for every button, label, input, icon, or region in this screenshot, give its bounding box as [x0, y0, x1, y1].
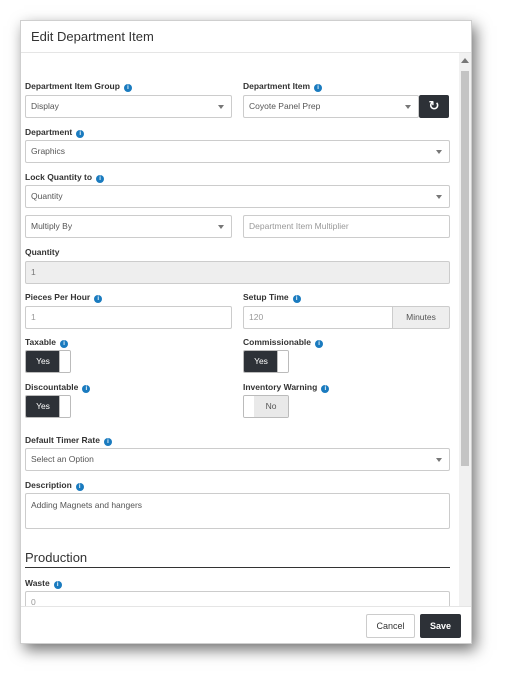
discountable-toggle-state: Yes: [26, 396, 60, 417]
inventory-warning-toggle[interactable]: No: [243, 395, 289, 418]
quantity-label: Quantity: [25, 247, 60, 257]
description-textarea[interactable]: Adding Magnets and hangers: [25, 493, 450, 529]
info-icon[interactable]: i: [53, 581, 62, 589]
department-item-group-label: Department Item Group i: [25, 81, 132, 92]
quantity-input: 1: [25, 261, 450, 284]
toggle-knob: [59, 351, 70, 372]
chevron-down-icon: [218, 225, 224, 229]
waste-label-text: Waste: [25, 578, 50, 588]
waste-label: Waste i: [25, 578, 62, 589]
modal-body: Department Item Group i Display Departmen…: [21, 53, 459, 623]
scroll-up-icon[interactable]: [461, 58, 469, 63]
pieces-per-hour-input[interactable]: 1: [25, 306, 232, 329]
cancel-button[interactable]: Cancel: [366, 614, 415, 638]
info-icon[interactable]: i: [60, 340, 69, 348]
multiplier-placeholder: Department Item Multiplier: [249, 221, 349, 231]
taxable-label-text: Taxable: [25, 337, 57, 347]
chevron-down-icon: [405, 105, 411, 109]
default-timer-rate-select[interactable]: Select an Option: [25, 448, 450, 471]
commissionable-toggle[interactable]: Yes: [243, 350, 289, 373]
toggle-knob: [277, 351, 288, 372]
info-icon[interactable]: i: [123, 84, 132, 92]
lock-quantity-value: Quantity: [31, 191, 63, 201]
section-divider: [25, 567, 450, 568]
chevron-down-icon: [218, 105, 224, 109]
commissionable-label: Commissionable i: [243, 337, 324, 348]
info-icon[interactable]: i: [76, 130, 85, 138]
department-label: Department i: [25, 127, 85, 138]
department-item-value: Coyote Panel Prep: [249, 101, 321, 111]
scrollbar[interactable]: [459, 53, 471, 623]
setup-time-unit-addon: Minutes: [393, 306, 450, 329]
setup-time-input[interactable]: 120: [243, 306, 393, 329]
department-item-select[interactable]: Coyote Panel Prep: [243, 95, 419, 118]
default-timer-rate-label-text: Default Timer Rate: [25, 435, 100, 445]
lock-quantity-label-text: Lock Quantity to: [25, 172, 93, 182]
description-label-text: Description: [25, 480, 72, 490]
department-value: Graphics: [31, 146, 66, 156]
inventory-warning-toggle-state: No: [254, 396, 288, 417]
department-select[interactable]: Graphics: [25, 140, 450, 163]
multiply-by-select[interactable]: Multiply By: [25, 215, 232, 238]
lock-quantity-label: Lock Quantity to i: [25, 172, 105, 183]
discountable-label: Discountable i: [25, 382, 91, 393]
setup-time-placeholder: 120: [249, 312, 264, 322]
taxable-toggle-state: Yes: [26, 351, 60, 372]
discountable-label-text: Discountable: [25, 382, 79, 392]
chevron-down-icon: [436, 150, 442, 154]
department-item-multiplier-input[interactable]: Department Item Multiplier: [243, 215, 450, 238]
inventory-warning-label: Inventory Warning i: [243, 382, 330, 393]
info-icon[interactable]: i: [82, 385, 91, 393]
department-item-label-text: Department Item: [243, 81, 311, 91]
description-value: Adding Magnets and hangers: [31, 500, 143, 510]
info-icon[interactable]: i: [96, 175, 105, 183]
pieces-per-hour-label: Pieces Per Hour i: [25, 292, 103, 303]
scroll-thumb[interactable]: [461, 71, 469, 466]
setup-time-label: Setup Time i: [243, 292, 301, 303]
refresh-button[interactable]: ↻: [419, 95, 449, 118]
info-icon[interactable]: i: [94, 295, 103, 303]
info-icon[interactable]: i: [321, 385, 330, 393]
default-timer-rate-label: Default Timer Rate i: [25, 435, 112, 446]
chevron-down-icon: [436, 458, 442, 462]
description-label: Description i: [25, 480, 84, 491]
pieces-per-hour-placeholder: 1: [31, 312, 36, 322]
department-label-text: Department: [25, 127, 73, 137]
department-item-group-select[interactable]: Display: [25, 95, 232, 118]
info-icon[interactable]: i: [103, 438, 112, 446]
modal-footer: Cancel Save: [21, 606, 471, 643]
chevron-down-icon: [436, 195, 442, 199]
save-button[interactable]: Save: [420, 614, 461, 638]
multiply-by-value: Multiply By: [31, 221, 73, 231]
toggle-knob: [59, 396, 70, 417]
edit-department-item-modal: Edit Department Item Department Item Gro…: [20, 20, 472, 644]
info-icon[interactable]: i: [315, 340, 324, 348]
refresh-icon: ↻: [428, 98, 440, 113]
taxable-toggle[interactable]: Yes: [25, 350, 71, 373]
department-item-label: Department Item i: [243, 81, 323, 92]
production-section-title: Production: [25, 550, 88, 565]
modal-title: Edit Department Item: [21, 21, 471, 53]
info-icon[interactable]: i: [75, 483, 84, 491]
department-item-group-value: Display: [31, 101, 59, 111]
commissionable-toggle-state: Yes: [244, 351, 278, 372]
info-icon[interactable]: i: [314, 84, 323, 92]
discountable-toggle[interactable]: Yes: [25, 395, 71, 418]
setup-time-label-text: Setup Time: [243, 292, 289, 302]
default-timer-rate-value: Select an Option: [31, 454, 94, 464]
inventory-warning-label-text: Inventory Warning: [243, 382, 318, 392]
quantity-value: 1: [31, 267, 36, 277]
pieces-per-hour-label-text: Pieces Per Hour: [25, 292, 91, 302]
lock-quantity-select[interactable]: Quantity: [25, 185, 450, 208]
commissionable-label-text: Commissionable: [243, 337, 312, 347]
department-item-group-label-text: Department Item Group: [25, 81, 120, 91]
taxable-label: Taxable i: [25, 337, 69, 348]
info-icon[interactable]: i: [292, 295, 301, 303]
